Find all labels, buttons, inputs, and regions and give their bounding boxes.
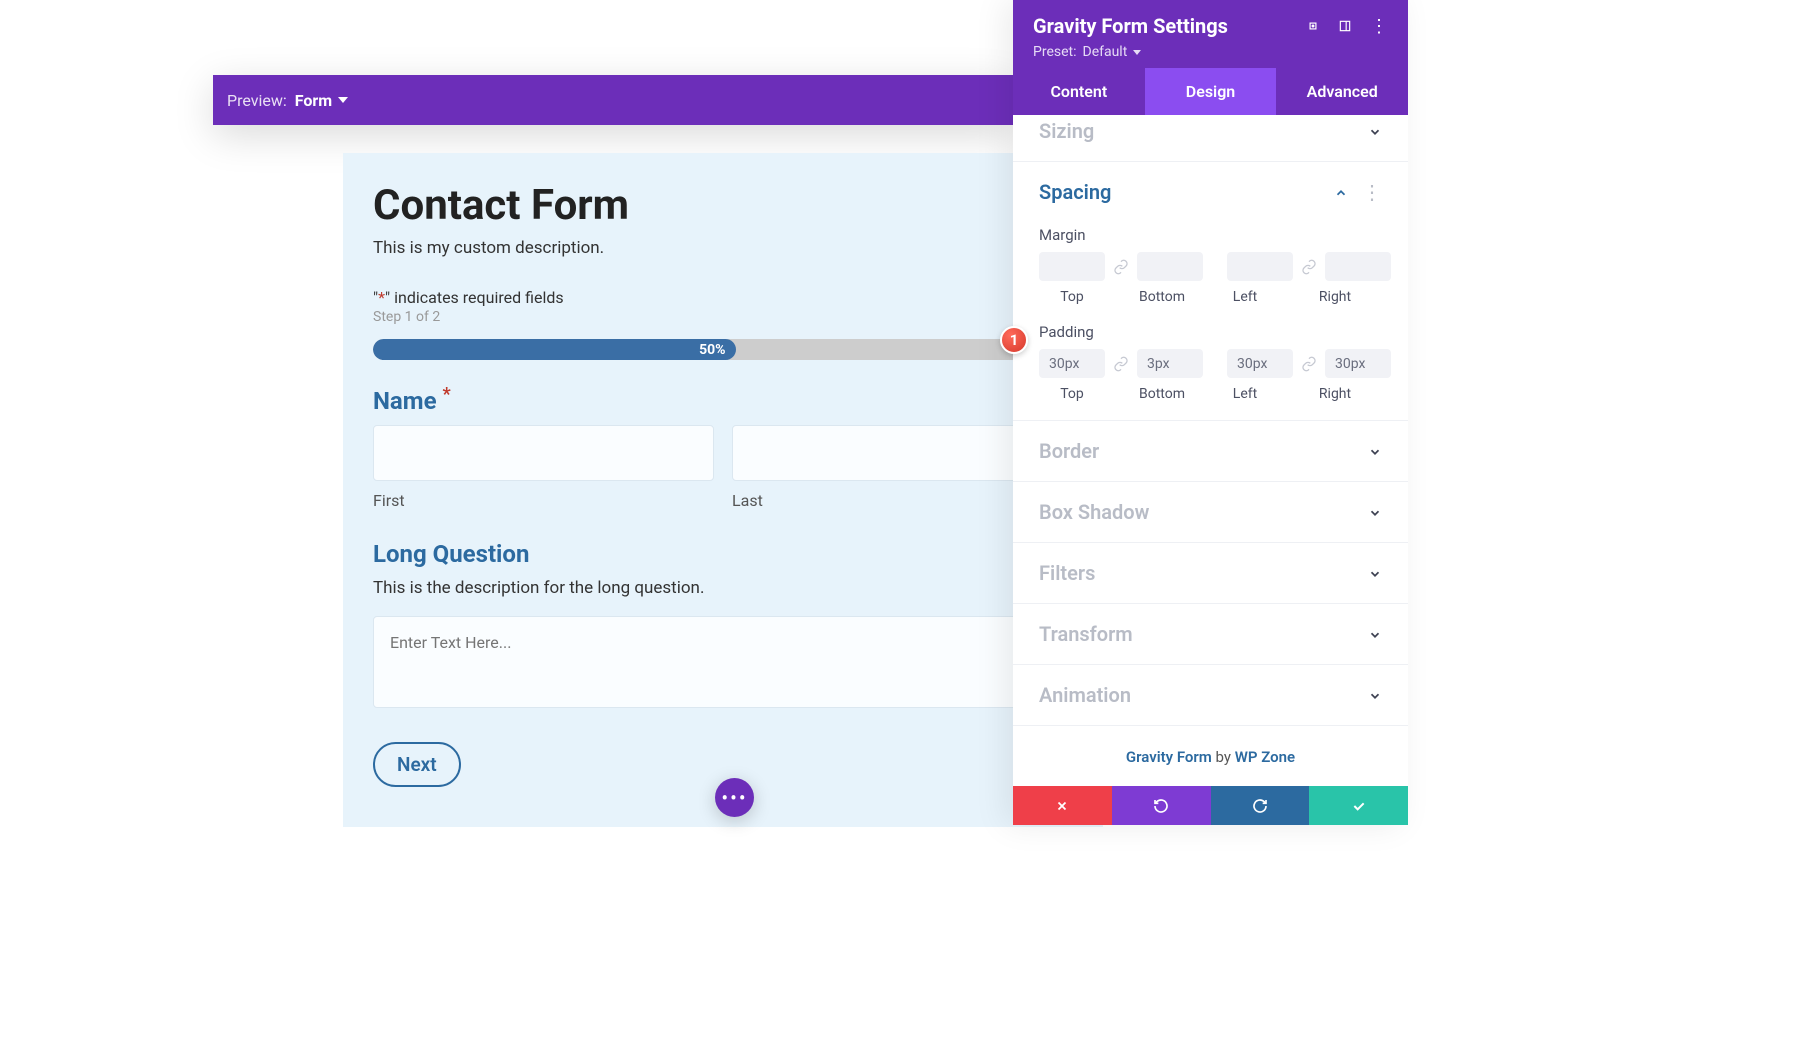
form-title: Contact Form bbox=[373, 181, 1073, 230]
chevron-down-icon bbox=[1368, 505, 1382, 519]
name-label-text: Name bbox=[373, 387, 437, 415]
section-label-border: Border bbox=[1039, 439, 1099, 463]
margin-top-label: Top bbox=[1039, 289, 1105, 305]
section-filters[interactable]: Filters bbox=[1013, 543, 1408, 604]
confirm-button[interactable] bbox=[1309, 786, 1408, 825]
section-animation[interactable]: Animation bbox=[1013, 665, 1408, 726]
panel-title: Gravity Form Settings bbox=[1033, 14, 1228, 38]
link-icon[interactable] bbox=[1301, 356, 1317, 372]
preset-selector[interactable]: Preset: Default bbox=[1033, 44, 1388, 60]
long-question-desc: This is the description for the long que… bbox=[373, 578, 1073, 598]
undo-button[interactable] bbox=[1112, 786, 1211, 825]
preview-label: Preview: bbox=[227, 91, 287, 110]
link-icon[interactable] bbox=[1113, 259, 1129, 275]
section-label-transform: Transform bbox=[1039, 622, 1133, 646]
preview-bar: Preview: Form bbox=[213, 75, 1013, 125]
section-transform[interactable]: Transform bbox=[1013, 604, 1408, 665]
dock-icon[interactable] bbox=[1338, 19, 1352, 33]
margin-row bbox=[1039, 252, 1382, 281]
tip-badge-1[interactable]: 1 bbox=[1000, 326, 1028, 354]
chevron-down-icon bbox=[1368, 124, 1382, 138]
first-name-sublabel: First bbox=[373, 491, 714, 510]
tip-badge-label: 1 bbox=[1010, 331, 1019, 349]
floating-action-button[interactable]: ••• bbox=[715, 778, 754, 817]
link-icon[interactable] bbox=[1301, 259, 1317, 275]
expand-icon[interactable] bbox=[1306, 19, 1320, 33]
padding-top-input[interactable] bbox=[1039, 349, 1105, 378]
long-question-label: Long Question bbox=[373, 540, 1073, 568]
kebab-icon[interactable]: ⋮ bbox=[1370, 16, 1388, 37]
panel-tabs: Content Design Advanced bbox=[1013, 68, 1408, 115]
close-button[interactable] bbox=[1013, 786, 1112, 825]
progress-fill: 50% bbox=[373, 339, 736, 360]
preview-value[interactable]: Form bbox=[295, 91, 332, 110]
step-indicator: Step 1 of 2 bbox=[373, 309, 1073, 325]
margin-bottom-label: Bottom bbox=[1129, 289, 1195, 305]
tab-design[interactable]: Design bbox=[1145, 68, 1277, 115]
asterisk-icon: * bbox=[378, 288, 385, 307]
margin-label: Margin bbox=[1039, 226, 1382, 244]
caret-down-icon bbox=[1133, 50, 1141, 55]
caret-down-icon[interactable] bbox=[338, 97, 348, 103]
panel-footer bbox=[1013, 786, 1408, 825]
asterisk-icon: * bbox=[443, 384, 451, 405]
link-icon[interactable] bbox=[1113, 356, 1129, 372]
name-field-label: Name * bbox=[373, 384, 1073, 415]
padding-left-label: Left bbox=[1212, 386, 1278, 402]
redo-button[interactable] bbox=[1211, 786, 1310, 825]
panel-body[interactable]: Sizing Spacing ⋮ Margin bbox=[1013, 115, 1408, 786]
first-name-col: First bbox=[373, 425, 714, 510]
section-spacing[interactable]: Spacing ⋮ bbox=[1013, 162, 1408, 222]
preset-label: Preset: bbox=[1033, 44, 1077, 60]
margin-top-input[interactable] bbox=[1039, 252, 1105, 281]
margin-left-input[interactable] bbox=[1227, 252, 1293, 281]
padding-bottom-input[interactable] bbox=[1137, 349, 1203, 378]
section-border[interactable]: Border bbox=[1013, 421, 1408, 482]
progress-bar: 50% bbox=[373, 339, 1098, 360]
long-question-input[interactable] bbox=[373, 616, 1098, 708]
name-row: First Last bbox=[373, 425, 1073, 510]
padding-right-label: Right bbox=[1302, 386, 1368, 402]
chevron-down-icon bbox=[1368, 688, 1382, 702]
footer-by: by bbox=[1212, 748, 1235, 766]
padding-top-label: Top bbox=[1039, 386, 1105, 402]
progress-label: 50% bbox=[699, 342, 725, 358]
settings-panel: Gravity Form Settings ⋮ Preset: Default … bbox=[1013, 0, 1408, 825]
tab-content[interactable]: Content bbox=[1013, 68, 1145, 115]
chevron-down-icon bbox=[1368, 444, 1382, 458]
margin-right-input[interactable] bbox=[1325, 252, 1391, 281]
footer-link-gravity-form[interactable]: Gravity Form bbox=[1126, 748, 1212, 766]
chevron-up-icon bbox=[1334, 185, 1348, 199]
chevron-down-icon bbox=[1368, 566, 1382, 580]
padding-bottom-label: Bottom bbox=[1129, 386, 1195, 402]
section-label-sizing: Sizing bbox=[1039, 119, 1094, 143]
padding-left-input[interactable] bbox=[1227, 349, 1293, 378]
next-button[interactable]: Next bbox=[373, 742, 461, 787]
kebab-icon[interactable]: ⋮ bbox=[1362, 180, 1382, 204]
padding-right-input[interactable] bbox=[1325, 349, 1391, 378]
footer-credit: Gravity Form by WP Zone bbox=[1013, 726, 1408, 786]
margin-right-label: Right bbox=[1302, 289, 1368, 305]
required-note-suffix: " indicates required fields bbox=[385, 288, 564, 307]
padding-row bbox=[1039, 349, 1382, 378]
preset-value: Default bbox=[1083, 44, 1128, 60]
section-label-spacing: Spacing bbox=[1039, 180, 1111, 204]
section-label-animation: Animation bbox=[1039, 683, 1131, 707]
margin-left-label: Left bbox=[1212, 289, 1278, 305]
footer-link-wp-zone[interactable]: WP Zone bbox=[1235, 748, 1295, 766]
padding-label: Padding bbox=[1039, 323, 1382, 341]
form-description: This is my custom description. bbox=[373, 238, 1073, 258]
required-note: "*" indicates required fields bbox=[373, 288, 1073, 307]
form-preview-area: Contact Form This is my custom descripti… bbox=[343, 153, 1103, 827]
tab-advanced[interactable]: Advanced bbox=[1276, 68, 1408, 115]
spacing-content: Margin Top bbox=[1013, 226, 1408, 421]
panel-header: Gravity Form Settings ⋮ Preset: Default bbox=[1013, 0, 1408, 68]
margin-bottom-input[interactable] bbox=[1137, 252, 1203, 281]
section-label-box-shadow: Box Shadow bbox=[1039, 500, 1149, 524]
section-box-shadow[interactable]: Box Shadow bbox=[1013, 482, 1408, 543]
first-name-input[interactable] bbox=[373, 425, 714, 481]
section-label-filters: Filters bbox=[1039, 561, 1095, 585]
section-sizing[interactable]: Sizing bbox=[1013, 115, 1408, 162]
chevron-down-icon bbox=[1368, 627, 1382, 641]
